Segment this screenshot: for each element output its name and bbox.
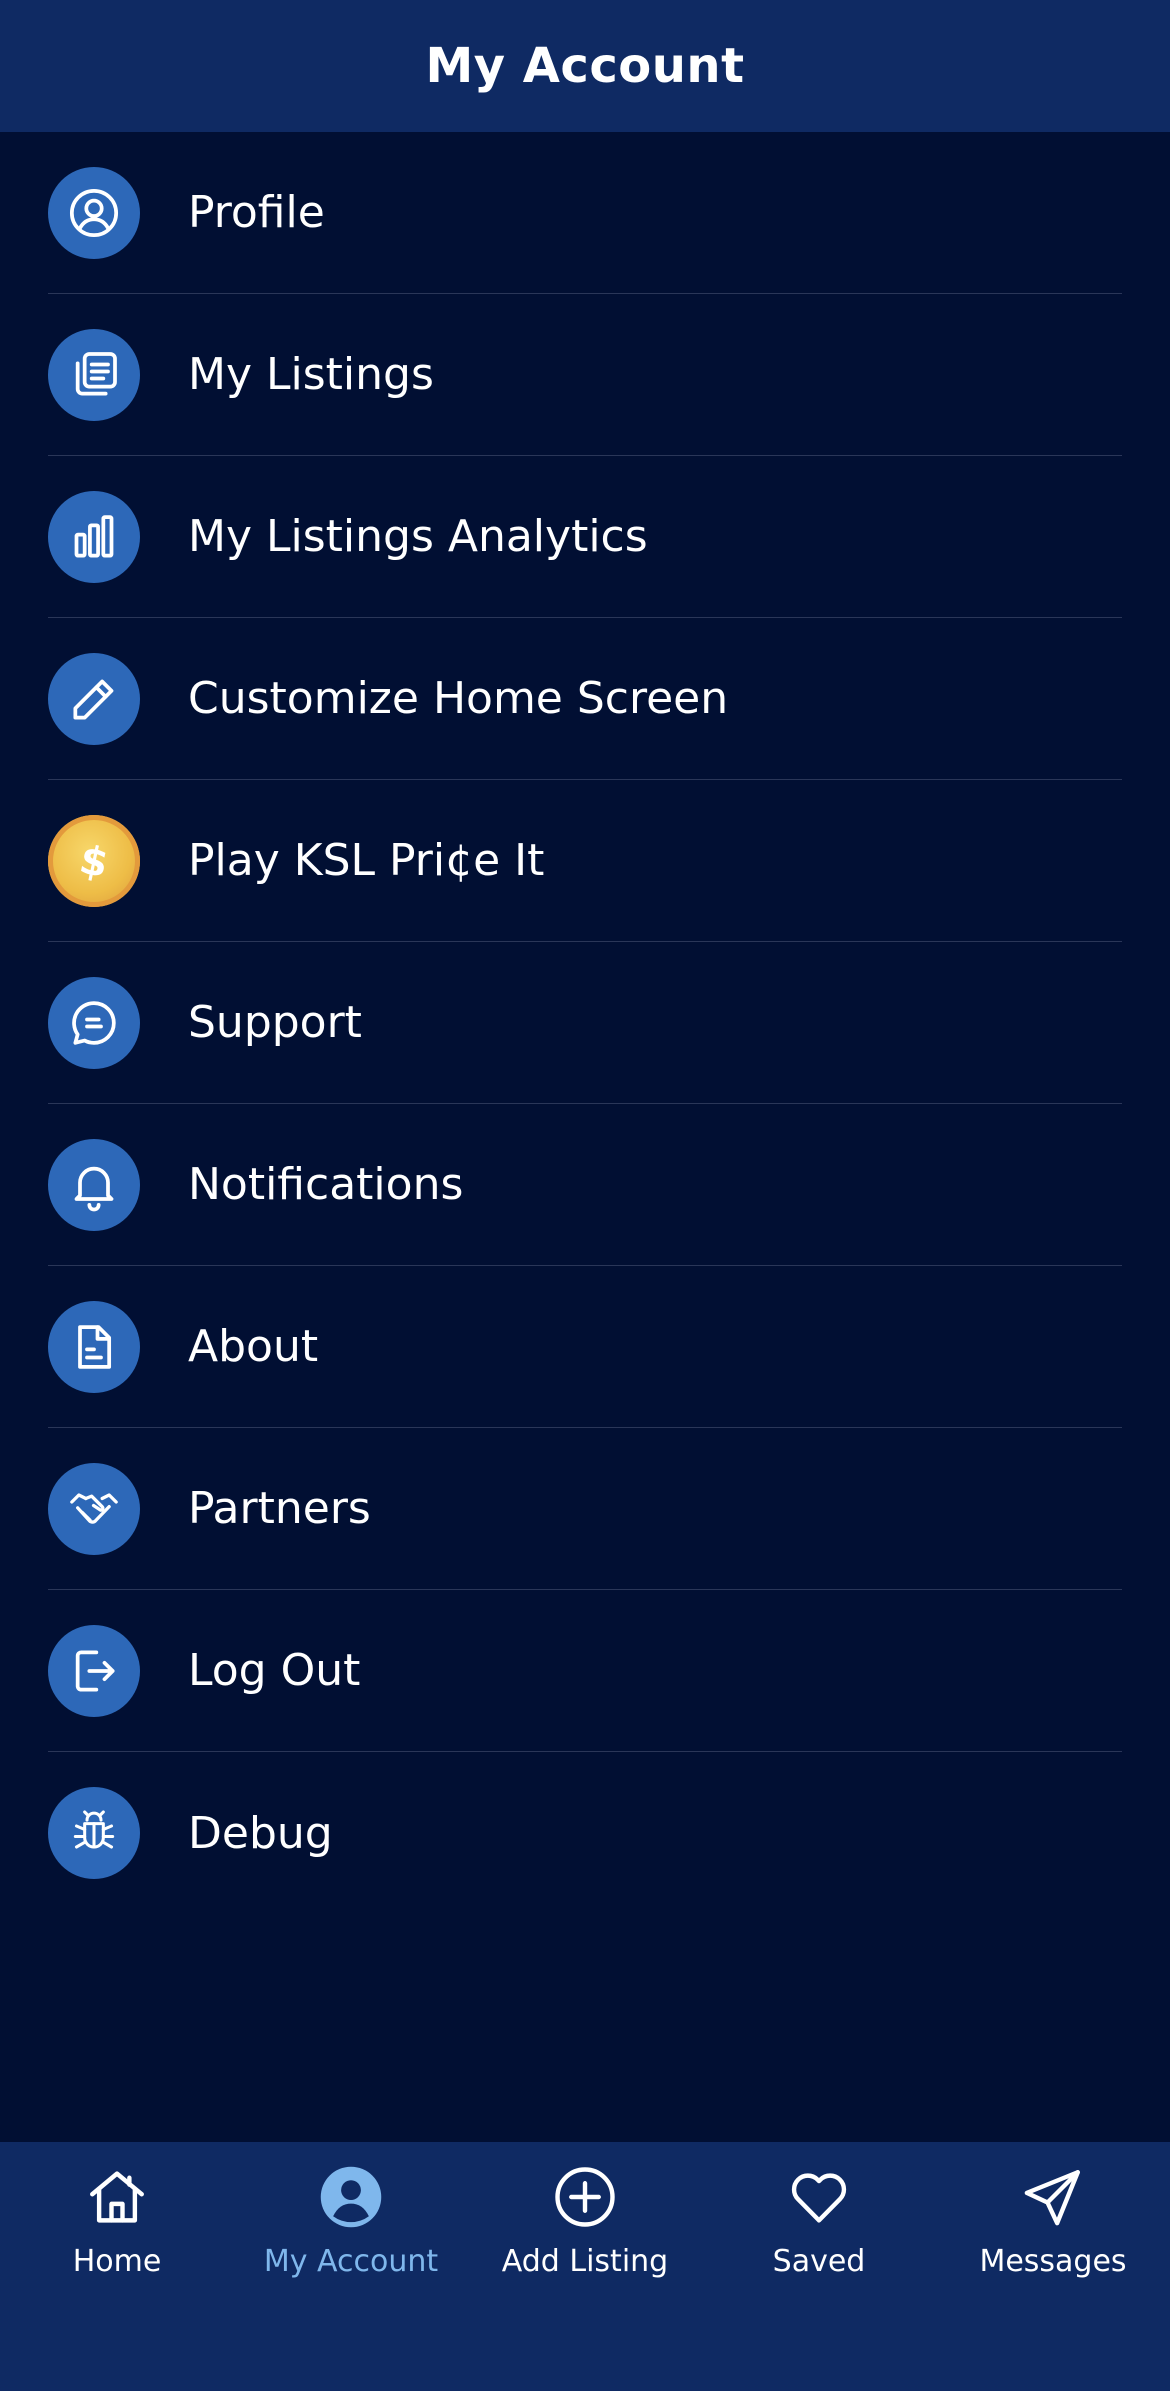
menu-label-partners: Partners [188,1483,371,1534]
menu-label-my-listings: My Listings [188,349,434,400]
header-bar: My Account [0,0,1170,132]
menu-label-about: About [188,1321,319,1372]
logout-icon [48,1624,140,1717]
listings-icon [48,328,140,421]
menu-item-log-out[interactable]: Log Out [48,1590,1122,1752]
menu-item-about[interactable]: About [48,1266,1122,1428]
menu-item-support[interactable]: Support [48,942,1122,1104]
tab-label-add-listing: Add Listing [501,2244,669,2279]
tab-home[interactable]: Home [0,2142,234,2302]
tab-my-account[interactable]: My Account [234,2142,468,2302]
account-icon [316,2162,386,2232]
menu-label-notifications: Notifications [188,1159,464,1210]
menu-item-profile[interactable]: Profile [48,132,1122,294]
heart-icon [784,2162,854,2232]
paper-plane-icon [1018,2162,1088,2232]
plus-circle-icon [550,2162,620,2232]
menu-item-debug[interactable]: Debug [48,1752,1122,1914]
document-icon [48,1300,140,1393]
menu-item-partners[interactable]: Partners [48,1428,1122,1590]
svg-text:$: $ [76,836,113,887]
home-icon [82,2162,152,2232]
tab-add-listing[interactable]: Add Listing [468,2142,702,2302]
menu-item-notifications[interactable]: Notifications [48,1104,1122,1266]
menu-item-play-price-it[interactable]: $ Play KSL Pri¢e It [48,780,1122,942]
menu-label-customize-home: Customize Home Screen [188,673,729,724]
tab-label-messages: Messages [979,2244,1127,2279]
tab-label-my-account: My Account [263,2244,439,2279]
bar-chart-icon [48,490,140,583]
chat-bubble-icon [48,976,140,1069]
menu-item-customize-home[interactable]: Customize Home Screen [48,618,1122,780]
dollar-coin-icon: $ [48,814,140,907]
menu-item-my-listings-analytics[interactable]: My Listings Analytics [48,456,1122,618]
bug-icon [48,1787,140,1879]
menu-label-analytics: My Listings Analytics [188,511,648,562]
bottom-tab-bar: Home My Account Add Listing Saved Messag… [0,2142,1170,2391]
menu-label-support: Support [188,997,362,1048]
tab-saved[interactable]: Saved [702,2142,936,2302]
tab-messages[interactable]: Messages [936,2142,1170,2302]
menu-item-my-listings[interactable]: My Listings [48,294,1122,456]
bell-icon [48,1138,140,1231]
pencil-icon [48,652,140,745]
menu-label-play-price-it: Play KSL Pri¢e It [188,835,545,886]
page-title: My Account [425,38,745,94]
user-circle-icon [48,166,140,259]
menu-label-profile: Profile [188,187,325,238]
handshake-icon [48,1462,140,1555]
menu-label-log-out: Log Out [188,1645,361,1696]
tab-label-saved: Saved [772,2244,866,2279]
tab-label-home: Home [72,2244,162,2279]
menu-label-debug: Debug [188,1807,333,1859]
account-menu: Profile My Listings My Listings Analytic… [48,132,1122,1914]
